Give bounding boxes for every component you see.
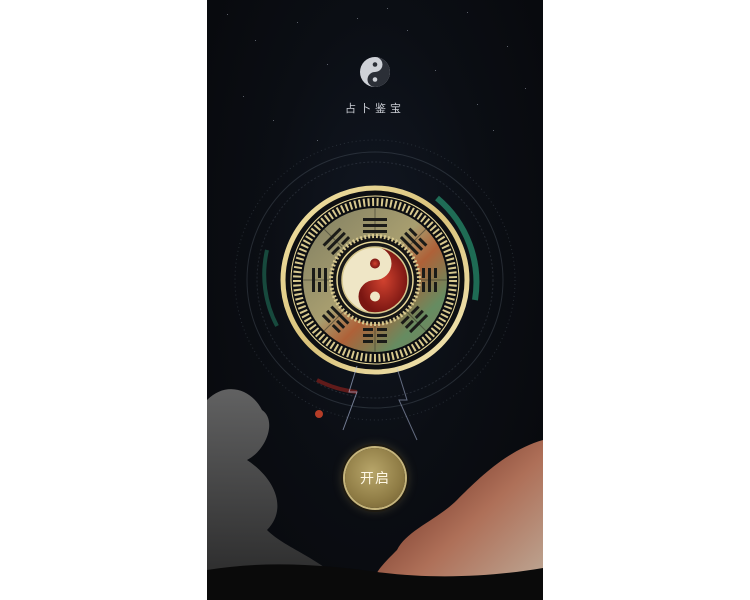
app-title: 占卜鉴宝 bbox=[345, 102, 405, 115]
yin-yang-icon bbox=[360, 57, 390, 87]
start-button[interactable]: 开启 bbox=[345, 448, 405, 508]
start-button-label: 开启 bbox=[360, 471, 390, 487]
app-screen: 占卜鉴宝 开启 bbox=[207, 0, 543, 600]
